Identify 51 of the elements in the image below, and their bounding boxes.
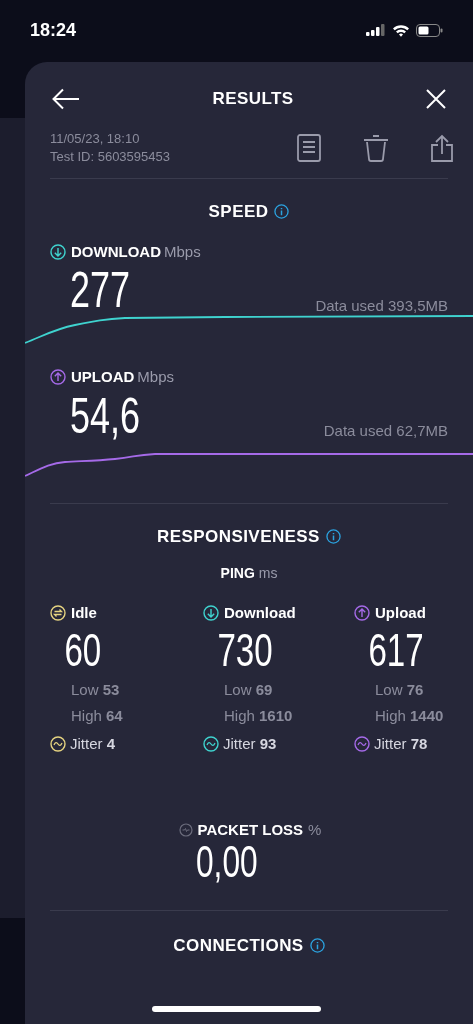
ping-column-label: Idle xyxy=(71,603,97,623)
ping-column-label: Upload xyxy=(375,603,426,623)
data-used: Data used 393,5MB xyxy=(315,295,448,316)
packet-loss-unit: % xyxy=(308,820,322,840)
metric-unit: Mbps xyxy=(137,367,175,387)
signal-icon xyxy=(366,24,386,36)
ping-low: Low 69 xyxy=(223,679,274,700)
ping-value: 730 xyxy=(216,626,274,673)
wifi-icon xyxy=(392,23,410,37)
ping-low: Low 53 xyxy=(70,679,121,700)
jitter-value: Jitter 78 xyxy=(374,733,428,754)
ping-high: High 64 xyxy=(70,706,124,726)
wave-icon xyxy=(354,735,370,752)
back-arrow-icon[interactable] xyxy=(52,88,80,110)
jitter-value: Jitter 93 xyxy=(223,733,277,754)
swap-arrows-icon xyxy=(50,605,66,622)
packet-loss-label: PACKET LOSS xyxy=(197,820,304,840)
speed-value: 54,6 xyxy=(70,390,141,441)
battery-icon xyxy=(416,23,443,37)
wave-icon xyxy=(50,735,66,752)
close-icon[interactable] xyxy=(426,89,446,109)
info-icon[interactable] xyxy=(274,204,290,220)
section-title: SPEED xyxy=(208,201,269,223)
test-id: Test ID: 5603595453 xyxy=(50,148,170,166)
speed-value: 277 xyxy=(70,265,131,315)
document-icon[interactable] xyxy=(297,134,321,162)
share-icon[interactable] xyxy=(431,134,453,162)
metric-label: DOWNLOAD xyxy=(71,241,161,262)
ping-low: Low 76 xyxy=(374,679,425,700)
packet-loss-icon xyxy=(178,823,193,838)
metric-label: UPLOAD xyxy=(71,367,135,387)
data-used: Data used 62,7MB xyxy=(323,421,448,441)
info-icon[interactable] xyxy=(309,937,325,953)
ping-high: High 1610 xyxy=(223,706,294,726)
info-icon[interactable] xyxy=(325,528,341,544)
jitter-value: Jitter 4 xyxy=(70,733,116,754)
wave-icon xyxy=(203,735,219,752)
trash-icon[interactable] xyxy=(363,134,389,162)
ping-label: PING xyxy=(220,564,255,583)
ping-unit: ms xyxy=(258,564,278,583)
section-title: CONNECTIONS xyxy=(173,934,304,957)
metric-unit: Mbps xyxy=(164,241,201,262)
ping-column-label: Download xyxy=(224,603,296,623)
sheet-title: RESULTS xyxy=(212,88,294,111)
ping-high: High 1440 xyxy=(374,706,445,726)
ping-value: 617 xyxy=(367,626,425,673)
ping-value: 60 xyxy=(63,626,103,673)
test-date: 11/05/23, 18:10 xyxy=(50,130,141,148)
packet-loss-value: 0,00 xyxy=(196,839,258,884)
status-time: 18:24 xyxy=(30,18,77,42)
section-title: RESPONSIVENESS xyxy=(157,525,320,548)
